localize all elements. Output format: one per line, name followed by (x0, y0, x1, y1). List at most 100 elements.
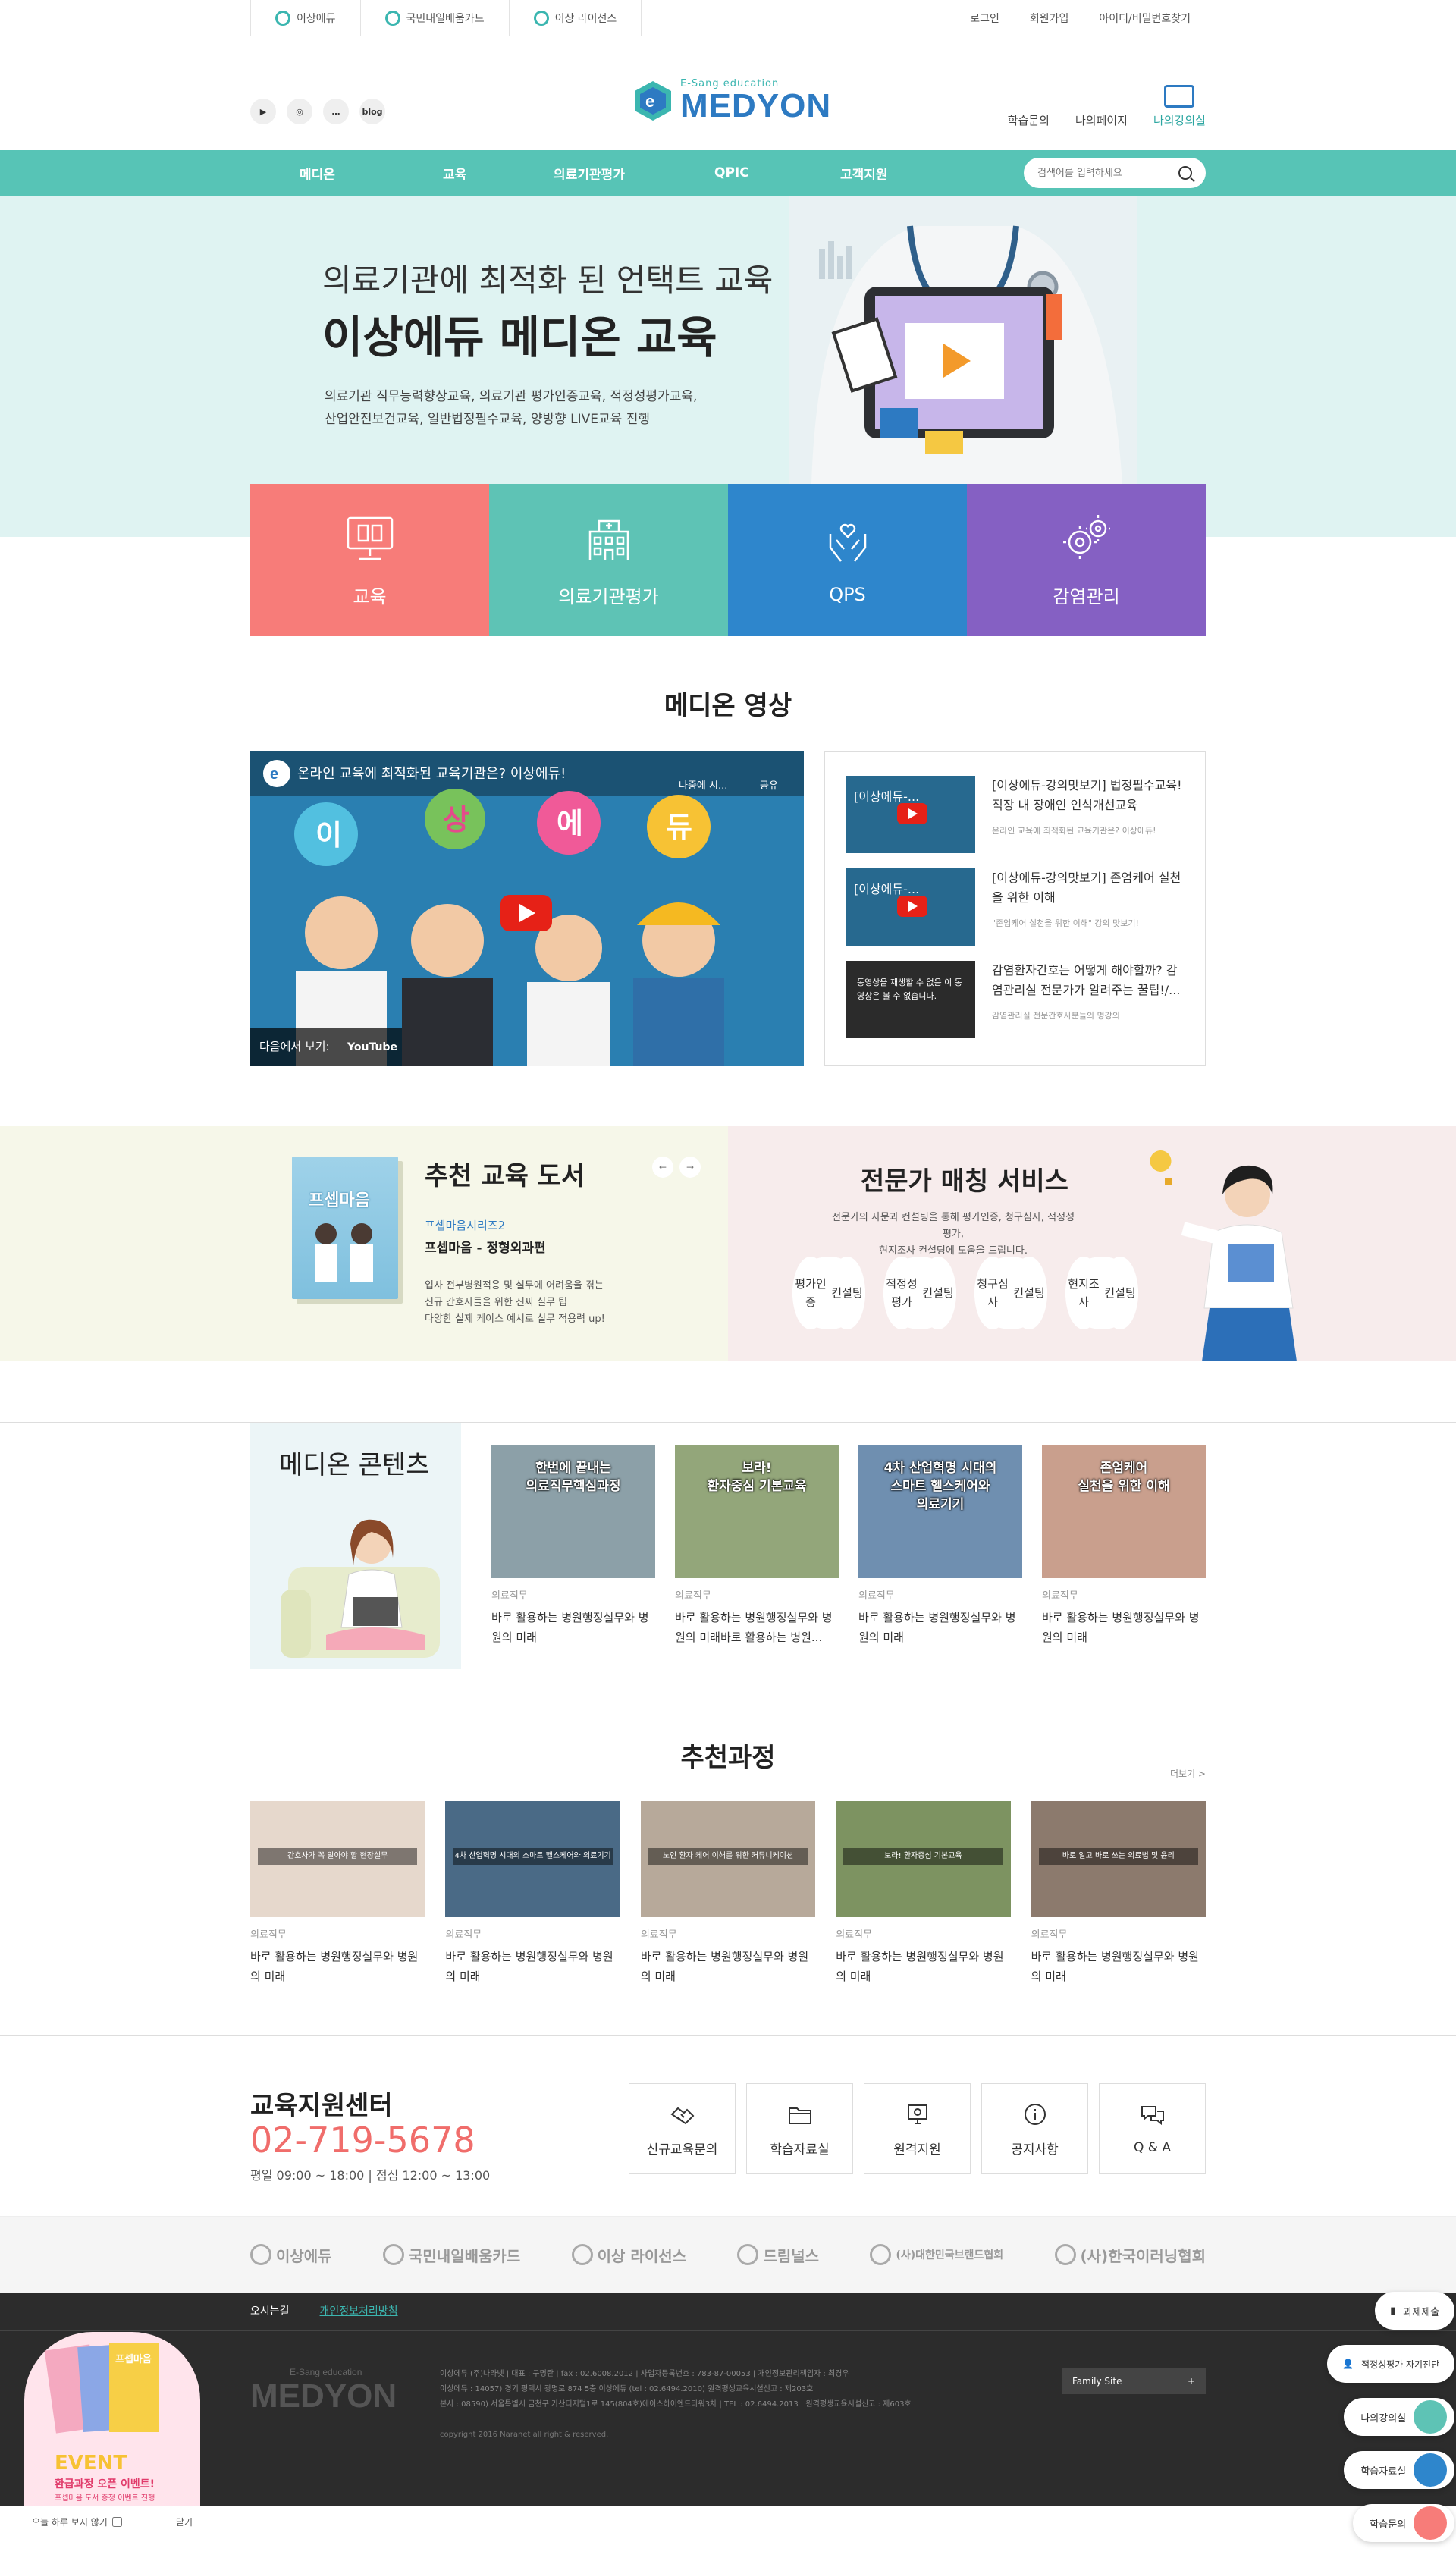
find-account-link[interactable]: 아이디/비밀번호찾기 (1084, 0, 1206, 36)
svg-text:e: e (645, 92, 654, 111)
service-accreditation[interactable]: 평가인증 컨설팅 (792, 1257, 865, 1329)
hero-description: 의료기관 직무능력향상교육, 의료기관 평가인증교육, 적정성평가교육, 산업안… (325, 389, 698, 427)
partner-license-icon (571, 2244, 593, 2265)
inquiry-float-button[interactable]: 학습문의 (1353, 2504, 1455, 2542)
course-card[interactable]: 보라! 환자중심 기본교육 의료직무 바로 활용하는 병원행정실무와 병원의 미… (836, 1801, 1011, 1986)
book-stand-icon (347, 516, 393, 560)
qna-button[interactable]: Q & A (1099, 2083, 1206, 2174)
arrow-right-icon[interactable]: → (679, 1157, 701, 1178)
nav-qpic[interactable]: QPIC (714, 165, 749, 180)
bubble-1: 이 (315, 818, 342, 852)
blog-icon[interactable]: blog (359, 99, 385, 124)
arrow-left-icon[interactable]: ← (652, 1157, 673, 1178)
support-center: 교육지원센터 02-719-5678 평일 09:00 ~ 18:00 | 점심… (0, 2036, 1456, 2217)
service-claims[interactable]: 청구심사 컨설팅 (974, 1257, 1047, 1329)
recommended-courses-section: 추천과정 더보기 > 간호사가 꼭 알아야 할 현장실무 의료직무 바로 활용하… (0, 1668, 1456, 2036)
video-list: [이상에듀-... [이상에듀-강의맛보기] 법정필수교육! 직장 내 장애인 … (824, 751, 1206, 1066)
hero-banner: 의료기관에 최적화 된 언택트 교육 이상에듀 메디온 교육 의료기관 직무능력… (0, 196, 1456, 636)
instagram-icon[interactable]: ◎ (287, 99, 312, 124)
tab-card[interactable]: 국민내일배움카드 (361, 0, 510, 36)
svg-text:프셉마음: 프셉마음 (115, 2353, 152, 2365)
nav-education[interactable]: 교육 (443, 164, 466, 183)
event-title: EVENT (55, 2452, 127, 2475)
chat-bubbles-icon (1141, 2106, 1164, 2126)
site-logo[interactable]: e E-Sang education MEDYON (633, 78, 831, 123)
partner-brand-assoc[interactable]: (사)대한민국브랜드협회 (870, 2244, 1003, 2265)
content-card[interactable]: 보라! 환자중심 기본교육 의료직무 바로 활용하는 병원행정실무와 병원의 미… (675, 1445, 839, 1669)
nav-support[interactable]: 고객지원 (840, 164, 888, 183)
course-card[interactable]: 바로 알고 바로 쓰는 의료법 및 윤리 의료직무 바로 활용하는 병원행정실무… (1031, 1801, 1207, 1986)
tile-qps[interactable]: QPS (728, 484, 967, 636)
content-card[interactable]: 한번에 끝내는 의료직무핵심과정 의료직무 바로 활용하는 병원행정실무와 병원… (491, 1445, 655, 1669)
nav-evaluation[interactable]: 의료기관평가 (554, 164, 625, 183)
support-title: 교육지원센터 (250, 2091, 393, 2121)
logo-mark-icon: e (635, 80, 671, 121)
privacy-link[interactable]: 개인정보처리방침 (320, 2303, 398, 2318)
close-popup-button[interactable]: 닫기 (176, 2515, 193, 2528)
sns-links: ▶ ◎ … blog (250, 99, 385, 124)
partner-elearning[interactable]: (사)한국이러닝협회 (1054, 2244, 1206, 2266)
main-video-player[interactable]: e 온라인 교육에 최적화된 교육기관은? 이상에듀! 나중에 시... 공유 … (250, 751, 804, 1066)
copyright: copyright 2016 Naranet all right & reser… (440, 2431, 609, 2439)
event-books-illustration: 프셉마음 (44, 2343, 159, 2434)
kakao-icon[interactable]: … (323, 99, 349, 124)
tab-esang[interactable]: 이상에듀 (251, 0, 361, 36)
materials-float-button[interactable]: 학습자료실 (1344, 2451, 1455, 2489)
youtube-icon[interactable]: ▶ (250, 99, 276, 124)
event-banner[interactable]: 프셉마음 EVENT 환급과정 오픈 이벤트! 프셉마음 도서 증정 이벤트 진… (24, 2332, 200, 2506)
course-card[interactable]: 간호사가 꼭 알아야 할 현장실무 의료직무 바로 활용하는 병원행정실무와 병… (250, 1801, 425, 1986)
book-cover[interactable]: 프셉마음 (292, 1157, 398, 1299)
partner-dreamnurse[interactable]: 드림널스 (737, 2244, 819, 2266)
hide-today-option[interactable]: 오늘 하루 보지 않기 (32, 2515, 122, 2528)
content-card[interactable]: 4차 산업혁명 시대의 스마트 헬스케어와 의료기기 의료직무 바로 활용하는 … (858, 1445, 1022, 1669)
quick-menu-tiles: 교육 의료기관평가 QPS 감염관리 (250, 484, 1206, 636)
directions-link[interactable]: 오시는길 (250, 2303, 290, 2318)
service-adequacy[interactable]: 적정성평가 컨설팅 (883, 1257, 956, 1329)
tab-license[interactable]: 이상 라이선스 (510, 0, 642, 36)
book-name[interactable]: 프셉마음 - 정형외과편 (425, 1237, 546, 1256)
course-card[interactable]: 노인 환자 케어 이해를 위한 커뮤니케이션 의료직무 바로 활용하는 병원행정… (640, 1801, 816, 1986)
tile-education[interactable]: 교육 (250, 484, 489, 636)
more-link[interactable]: 더보기 > (1170, 1767, 1206, 1780)
video-list-item[interactable]: [이상에듀-... [이상에듀-강의맛보기] 존엄케어 실천을 위한 이해 "존… (846, 868, 1184, 946)
partner-license[interactable]: 이상 라이선스 (571, 2244, 686, 2266)
book-description: 입사 전부병원적응 및 실무에 어려움을 겪는 신규 간호사들을 위한 진짜 실… (425, 1280, 605, 1325)
medion-contents-section: 메디온 콘텐츠 한번에 끝내는 의료직무핵심과정 의료직무 바로 활용하는 병원… (0, 1422, 1456, 1669)
expert-services: 평가인증 컨설팅 적정성평가 컨설팅 청구심사 컨설팅 현지조사 컨설팅 (792, 1257, 1138, 1329)
watch-later-label: 나중에 시... (679, 780, 727, 792)
search-input[interactable] (1037, 167, 1178, 179)
hero-subtitle: 의료기관에 최적화 된 언택트 교육 (322, 262, 774, 299)
nav-medion[interactable]: 메디온 (300, 164, 335, 183)
new-inquiry-button[interactable]: 신규교육문의 (629, 2083, 736, 2174)
my-classroom-float-button[interactable]: 나의강의실 (1344, 2398, 1455, 2436)
bubble-3: 에 (557, 807, 583, 840)
adequacy-self-check-button[interactable]: 👤 적정성평가 자기진단 (1327, 2345, 1455, 2383)
video-section-title: 메디온 영상 (664, 691, 792, 721)
tile-hospital-evaluation[interactable]: 의료기관평가 (489, 484, 728, 636)
partner-esang[interactable]: 이상에듀 (250, 2244, 332, 2266)
video-list-item[interactable]: [이상에듀-... [이상에듀-강의맛보기] 법정필수교육! 직장 내 장애인 … (846, 776, 1184, 853)
course-thumb: 바로 알고 바로 쓰는 의료법 및 윤리 (1031, 1801, 1207, 1917)
family-site-select[interactable]: Family Site + (1062, 2368, 1206, 2394)
search-icon[interactable] (1178, 166, 1192, 180)
inquiry-link[interactable]: 학습문의 (1008, 112, 1050, 128)
headset-icon (1414, 2506, 1448, 2540)
login-link[interactable]: 로그인 (955, 0, 1015, 36)
remote-support-button[interactable]: 원격지원 (864, 2083, 971, 2174)
notice-button[interactable]: 공지사항 (981, 2083, 1088, 2174)
hide-today-checkbox[interactable] (111, 2516, 122, 2527)
course-card[interactable]: 4차 산업혁명 시대의 스마트 헬스케어와 의료기기 의료직무 바로 활용하는 … (445, 1801, 620, 1986)
assignment-submit-button[interactable]: ▮ 과제제출 (1375, 2292, 1455, 2330)
content-card[interactable]: 존엄케어 실천을 위한 이해 의료직무 바로 활용하는 병원행정실무와 병원의 … (1042, 1445, 1206, 1669)
partner-card[interactable]: 국민내일배움카드 (383, 2244, 520, 2266)
my-classroom-link[interactable]: 나의강의실 (1153, 85, 1206, 128)
video-list-item[interactable]: 동영상을 재생할 수 없음 이 동영상은 볼 수 없습니다. 감염환자간호는 어… (846, 961, 1184, 1038)
mypage-link[interactable]: 나의페이지 (1075, 112, 1128, 128)
service-onsite[interactable]: 현지조사 컨설팅 (1065, 1257, 1138, 1329)
course-thumb: 보라! 환자중심 기본교육 (836, 1801, 1011, 1917)
learning-materials-button[interactable]: 학습자료실 (746, 2083, 853, 2174)
tile-infection-control[interactable]: 감염관리 (967, 484, 1206, 636)
footer-divider (0, 2330, 1456, 2331)
book-slider-arrows: ← → (652, 1157, 701, 1178)
signup-link[interactable]: 회원가입 (1014, 0, 1084, 36)
